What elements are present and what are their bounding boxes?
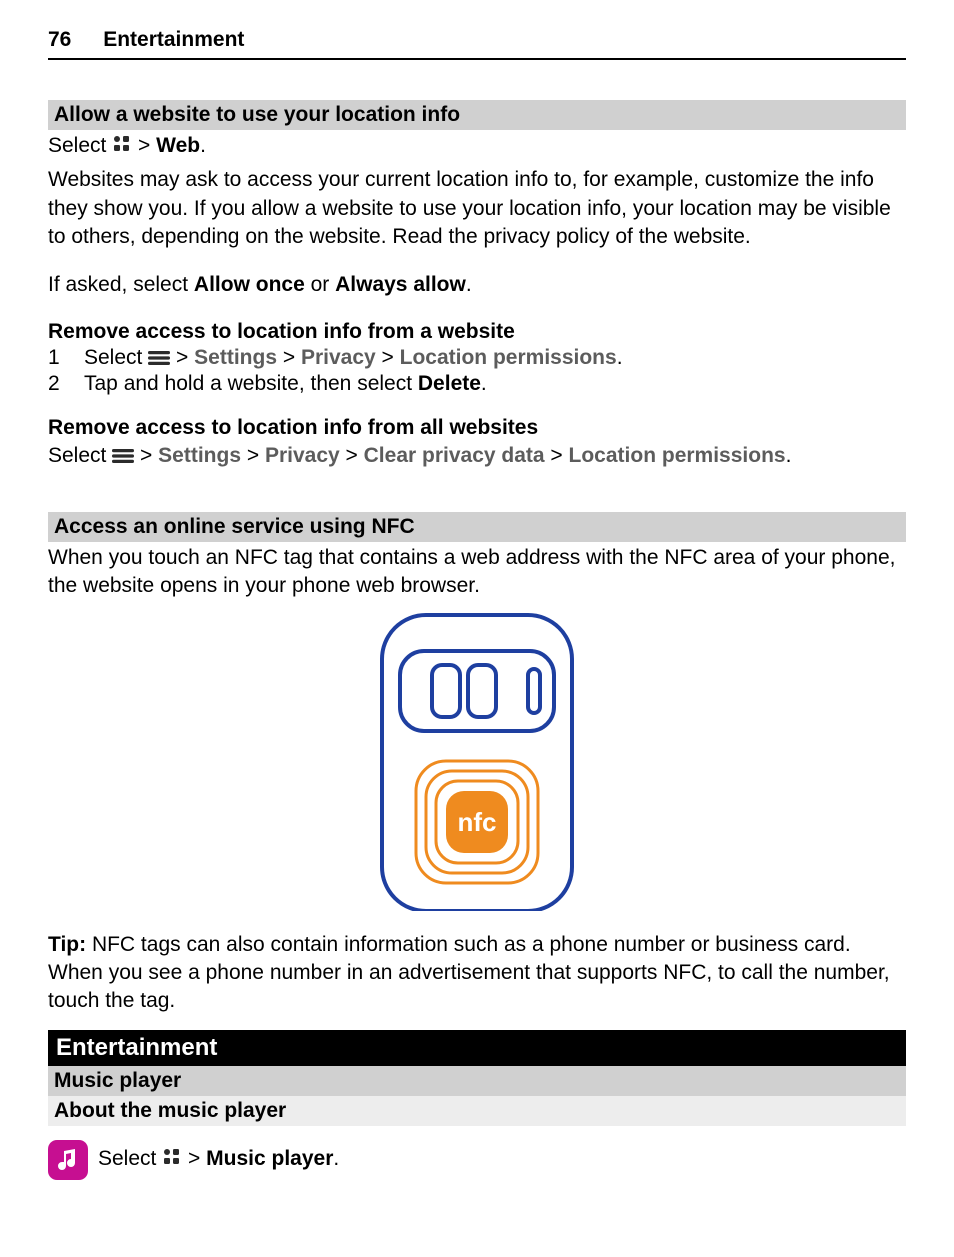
text: >	[382, 346, 400, 369]
text: If asked, select	[48, 273, 194, 296]
text: .	[466, 273, 472, 296]
text: >	[346, 444, 364, 467]
text: Select	[48, 134, 112, 157]
text: >	[140, 444, 158, 467]
delete-label: Delete	[418, 372, 481, 395]
tip-paragraph: Tip: NFC tags can also contain informati…	[48, 931, 906, 1016]
text: Select	[84, 346, 148, 369]
text: .	[333, 1147, 339, 1170]
list-item: 1 Select > Settings > Privacy > Location…	[48, 346, 906, 372]
settings-label: Settings	[194, 346, 277, 369]
music-player-label: Music player	[206, 1147, 333, 1170]
web-label: Web	[156, 134, 200, 157]
paragraph: When you touch an NFC tag that contains …	[48, 544, 906, 601]
subheading-remove-one: Remove access to location info from a we…	[48, 320, 906, 344]
text: >	[550, 444, 568, 467]
step-number: 1	[48, 346, 84, 372]
text: Select	[48, 444, 112, 467]
page-header: 76 Entertainment	[48, 28, 906, 60]
always-allow-label: Always allow	[335, 273, 466, 296]
music-app-icon	[48, 1140, 88, 1180]
tip-label: Tip:	[48, 933, 86, 956]
text: >	[138, 134, 156, 157]
menu-icon	[148, 348, 170, 372]
text: or	[305, 273, 335, 296]
header-title: Entertainment	[103, 28, 244, 51]
nfc-phone-illustration: nfc	[48, 611, 906, 917]
subsection-heading-about-music: About the music player	[48, 1096, 906, 1126]
text: .	[481, 372, 487, 395]
clear-privacy-data-label: Clear privacy data	[364, 444, 545, 467]
text: >	[188, 1147, 206, 1170]
step-text: Select > Settings > Privacy > Location p…	[84, 346, 623, 372]
subheading-remove-all: Remove access to location info from all …	[48, 416, 906, 440]
location-permissions-label: Location permissions	[400, 346, 617, 369]
section-heading-nfc: Access an online service using NFC	[48, 512, 906, 542]
text: Tap and hold a website, then select	[84, 372, 418, 395]
section-heading-music-player: Music player	[48, 1066, 906, 1096]
text: >	[247, 444, 265, 467]
list-item: 2 Tap and hold a website, then select De…	[48, 372, 906, 396]
allow-once-label: Allow once	[194, 273, 305, 296]
text: NFC tags can also contain information su…	[48, 933, 890, 1013]
page-number: 76	[48, 28, 71, 51]
privacy-label: Privacy	[301, 346, 376, 369]
nfc-badge-text: nfc	[458, 807, 497, 837]
music-select-row: Select > Music player.	[48, 1140, 906, 1180]
settings-label: Settings	[158, 444, 241, 467]
location-permissions-label: Location permissions	[569, 444, 786, 467]
step-number: 2	[48, 372, 84, 396]
text: Select	[98, 1147, 162, 1170]
privacy-label: Privacy	[265, 444, 340, 467]
select-line: Select > Settings > Privacy > Clear priv…	[48, 442, 906, 472]
text: .	[786, 444, 792, 467]
text: >	[283, 346, 301, 369]
menu-icon	[112, 444, 134, 472]
steps-list: 1 Select > Settings > Privacy > Location…	[48, 346, 906, 396]
text: >	[176, 346, 194, 369]
paragraph: If asked, select Allow once or Always al…	[48, 271, 906, 299]
select-web-line: Select > Web.	[48, 132, 906, 162]
paragraph: Websites may ask to access your current …	[48, 166, 906, 251]
apps-icon	[112, 134, 132, 162]
apps-icon	[162, 1147, 182, 1173]
text: .	[200, 134, 206, 157]
text: .	[617, 346, 623, 369]
select-music-line: Select > Music player.	[98, 1147, 339, 1173]
chapter-heading-entertainment: Entertainment	[48, 1030, 906, 1066]
step-text: Tap and hold a website, then select Dele…	[84, 372, 487, 396]
section-heading-location: Allow a website to use your location inf…	[48, 100, 906, 130]
